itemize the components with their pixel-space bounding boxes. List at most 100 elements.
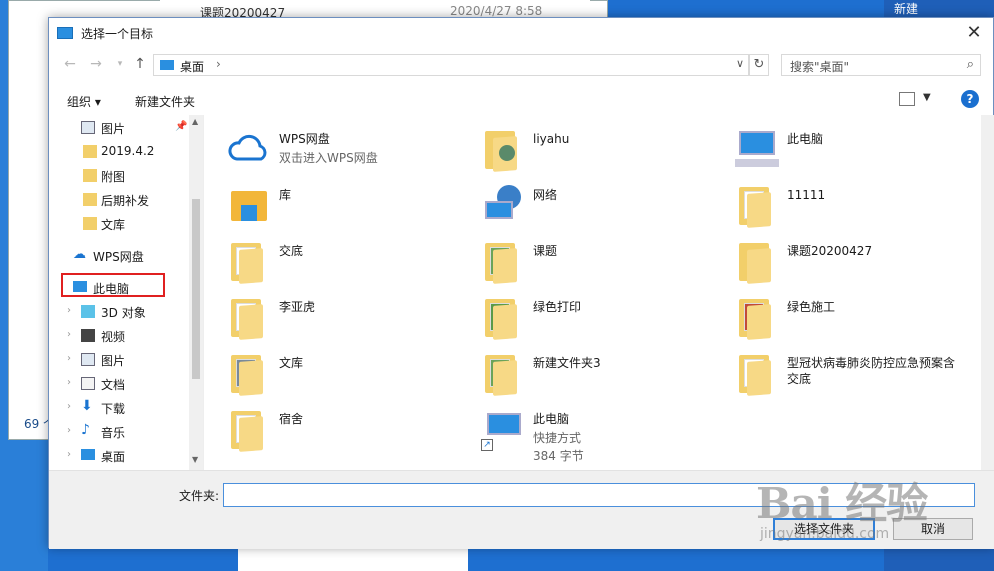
chevron-right-icon[interactable]: › — [67, 305, 71, 316]
item-this-pc[interactable]: 此电脑 — [713, 125, 963, 177]
forward-arrow-icon[interactable]: → — [87, 56, 105, 76]
close-icon[interactable]: ✕ — [965, 24, 983, 42]
nav-label: 图片 — [101, 122, 126, 136]
search-input[interactable]: 搜索"桌面" ⌕ — [781, 54, 981, 76]
nav-label: 2019.4.2 — [101, 144, 155, 158]
scroll-thumb[interactable] — [192, 199, 200, 379]
item-folder-green-print[interactable]: 绿色打印 — [459, 293, 709, 345]
chevron-right-icon[interactable]: › — [67, 377, 71, 388]
item-folder-11111[interactable]: 11111 — [713, 181, 963, 233]
folder-icon — [83, 169, 97, 182]
nav-label: 3D 对象 — [101, 306, 146, 320]
nav-item-3d[interactable]: › 3D 对象 — [49, 301, 189, 323]
cube-icon — [81, 305, 95, 318]
baidu-watermark: Bai 经验 jingyan.baidu.com — [740, 462, 990, 562]
recent-dropdown-icon[interactable]: ▾ — [111, 59, 129, 79]
item-folder-green-construction[interactable]: 绿色施工 — [713, 293, 963, 345]
nav-item-desktop[interactable]: › 桌面 — [49, 445, 189, 467]
item-folder-new3[interactable]: 新建文件夹3 — [459, 349, 709, 401]
nav-item-downloads[interactable]: › ⬇ 下载 — [49, 397, 189, 419]
pin-icon[interactable]: 📌 — [175, 121, 187, 132]
address-current[interactable]: 桌面 — [180, 58, 204, 75]
chevron-right-icon[interactable]: › — [67, 449, 71, 460]
folder-icon — [227, 407, 271, 452]
item-folder-wenku[interactable]: 文库 — [205, 349, 455, 401]
item-wps-cloud[interactable]: WPS网盘 双击进入WPS网盘 — [205, 125, 455, 177]
picture-folder-icon — [481, 239, 525, 284]
nav-item-houqi[interactable]: 后期补发 — [49, 189, 189, 211]
item-folder-plan[interactable]: 型冠状病毒肺炎防控应急预案含交底 — [713, 349, 963, 401]
item-size: 384 字节 — [533, 449, 584, 463]
nav-item-music[interactable]: › ♪ 音乐 — [49, 421, 189, 443]
item-folder-keti-20200427[interactable]: 课题20200427 — [713, 237, 963, 289]
nav-item-pictures[interactable]: › 图片 — [49, 349, 189, 371]
picture-folder-icon — [481, 351, 525, 396]
item-folder-jiaodi[interactable]: 交底 — [205, 237, 455, 289]
command-toolbar: 组织 ▾ 新建文件夹 ▼ ? — [49, 85, 994, 115]
item-folder-liyahu[interactable]: 李亚虎 — [205, 293, 455, 345]
content-scrollbar[interactable] — [981, 115, 994, 470]
scroll-down-icon[interactable]: ▼ — [192, 455, 198, 464]
item-name: 新建文件夹3 — [533, 356, 601, 370]
folder-icon — [83, 193, 97, 206]
view-options-icon[interactable] — [899, 92, 915, 106]
nav-item-futu[interactable]: 附图 — [49, 165, 189, 187]
nav-label: 文档 — [101, 378, 126, 392]
organize-button[interactable]: 组织 ▾ — [67, 93, 101, 110]
folder-icon — [83, 145, 97, 158]
background-new-button[interactable]: 新建 — [894, 0, 984, 16]
chevron-right-icon[interactable]: › — [67, 425, 71, 436]
nav-label: 视频 — [101, 330, 126, 344]
item-this-pc-shortcut[interactable]: ↗ 此电脑 快捷方式 384 字节 — [459, 405, 709, 465]
item-network[interactable]: 网络 — [459, 181, 709, 233]
file-view: WPS网盘 双击进入WPS网盘 liyahu 此电脑 库 网络 11111 交底… — [205, 115, 981, 470]
item-library[interactable]: 库 — [205, 181, 455, 233]
item-name: 课题20200427 — [787, 244, 873, 258]
chevron-down-icon[interactable]: ▼ — [923, 92, 931, 103]
item-name: 课题 — [533, 244, 558, 258]
nav-label: 后期补发 — [101, 194, 150, 208]
up-arrow-icon[interactable]: ↑ — [131, 56, 149, 76]
picture-icon — [81, 353, 95, 366]
background-bottom-panel — [238, 548, 468, 571]
item-subtitle: 双击进入WPS网盘 — [279, 151, 378, 165]
item-name: liyahu — [533, 132, 570, 146]
picture-folder-icon — [735, 295, 779, 340]
nav-scrollbar[interactable]: ▲ ▼ — [189, 115, 203, 470]
address-bar[interactable]: 桌面 › ∨ — [153, 54, 749, 76]
shortcut-icon: ↗ — [481, 407, 525, 451]
cloud-icon — [228, 134, 267, 161]
watermark-url: jingyan.baidu.com — [760, 526, 890, 542]
scroll-up-icon[interactable]: ▲ — [192, 117, 198, 126]
nav-item-documents[interactable]: › 文档 — [49, 373, 189, 395]
item-user-folder[interactable]: liyahu — [459, 125, 709, 177]
nav-label: 附图 — [101, 170, 126, 184]
chevron-right-icon[interactable]: › — [67, 329, 71, 340]
background-item-date: 2020/4/27 8:58 — [450, 4, 543, 18]
chevron-right-icon[interactable]: › — [216, 57, 221, 71]
chevron-down-icon[interactable]: ∨ — [736, 57, 744, 70]
help-icon[interactable]: ? — [961, 90, 979, 108]
new-folder-button[interactable]: 新建文件夹 — [135, 93, 195, 110]
refresh-icon[interactable]: ↻ — [749, 54, 769, 76]
back-arrow-icon[interactable]: ← — [61, 56, 79, 76]
user-folder-icon — [481, 127, 525, 172]
video-icon — [81, 329, 95, 342]
item-name: 库 — [279, 188, 292, 202]
nav-item-video[interactable]: › 视频 — [49, 325, 189, 347]
nav-label: 图片 — [101, 354, 126, 368]
search-placeholder: 搜索"桌面" — [790, 60, 850, 74]
nav-label: 下载 — [101, 402, 126, 416]
nav-item-2019[interactable]: 2019.4.2 — [49, 141, 189, 163]
chevron-right-icon[interactable]: › — [67, 401, 71, 412]
search-icon[interactable]: ⌕ — [967, 57, 974, 72]
folder-field-label: 文件夹: — [179, 489, 220, 503]
item-folder-keti[interactable]: 课题 — [459, 237, 709, 289]
item-folder-dorm[interactable]: 宿舍 — [205, 405, 455, 457]
computer-icon — [735, 127, 779, 171]
watermark-logo: Bai 经验 — [756, 479, 928, 528]
nav-item-pictures-quick[interactable]: 图片 📌 — [49, 117, 189, 139]
chevron-right-icon[interactable]: › — [67, 353, 71, 364]
nav-item-wps[interactable]: ☁ WPS网盘 — [49, 245, 189, 267]
nav-item-wenku[interactable]: 文库 — [49, 213, 189, 235]
